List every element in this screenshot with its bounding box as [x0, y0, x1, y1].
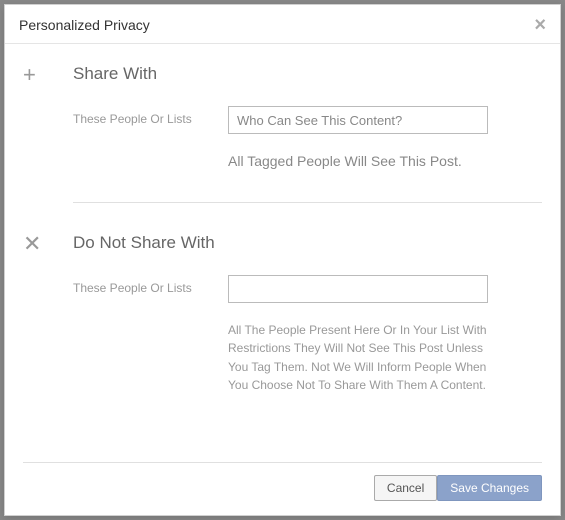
- cancel-button[interactable]: Cancel: [374, 475, 437, 501]
- close-icon[interactable]: ×: [534, 15, 546, 35]
- share-with-field: [228, 106, 542, 134]
- share-with-row: These People Or Lists: [73, 106, 542, 134]
- exclude-section: ✕ Do Not Share With These People Or List…: [23, 233, 542, 395]
- dialog-title: Personalized Privacy: [19, 17, 150, 33]
- share-with-section: + Share With These People Or Lists All T…: [23, 64, 542, 172]
- privacy-dialog: Personalized Privacy × + Share With Thes…: [4, 4, 561, 516]
- exclude-content: Do Not Share With These People Or Lists …: [73, 233, 542, 395]
- exclude-field: [228, 275, 542, 303]
- dialog-header: Personalized Privacy ×: [5, 5, 560, 44]
- exclude-heading: Do Not Share With: [73, 233, 542, 253]
- exclude-input[interactable]: [228, 275, 488, 303]
- save-changes-button[interactable]: Save Changes: [437, 475, 542, 501]
- share-with-content: Share With These People Or Lists All Tag…: [73, 64, 542, 172]
- share-with-input[interactable]: [228, 106, 488, 134]
- plus-icon: +: [23, 64, 55, 86]
- x-icon: ✕: [23, 233, 55, 255]
- share-with-heading: Share With: [73, 64, 542, 84]
- dialog-body: + Share With These People Or Lists All T…: [5, 44, 560, 462]
- exclude-label: These People Or Lists: [73, 275, 228, 295]
- share-with-helper: All Tagged People Will See This Post.: [228, 152, 498, 172]
- dialog-footer: Cancel Save Changes: [5, 463, 560, 515]
- exclude-helper: All The People Present Here Or In Your L…: [228, 321, 488, 395]
- share-with-label: These People Or Lists: [73, 106, 228, 126]
- exclude-row: These People Or Lists: [73, 275, 542, 303]
- section-divider: [73, 202, 542, 203]
